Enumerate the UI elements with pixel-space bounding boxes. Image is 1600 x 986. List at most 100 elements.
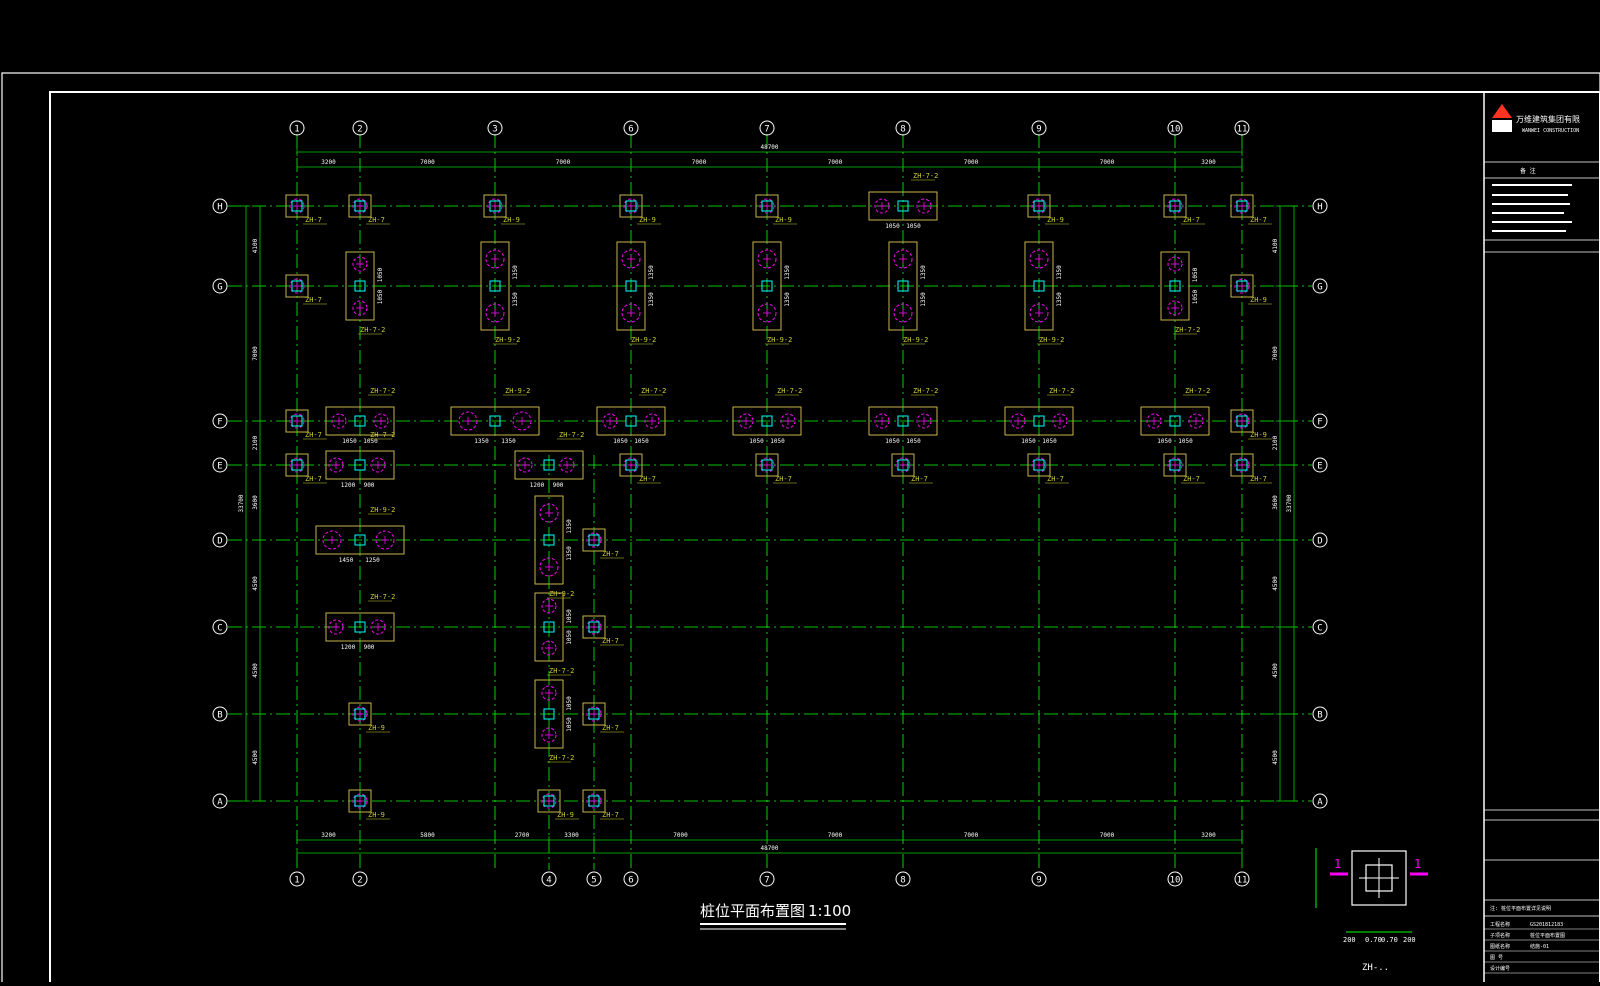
pile-F8-dim-b: 1050: [906, 438, 921, 445]
axis-bubble-bottom-10-label: 10: [1170, 876, 1181, 886]
pile-E2-label: ZH-7-2: [370, 431, 395, 439]
axis-bubble-bottom-9-label: 9: [1036, 876, 1041, 886]
pile-H3-label: ZH-9: [503, 216, 520, 224]
note-line: [1492, 221, 1572, 223]
dim-left-spans-label-1: 7000: [252, 346, 259, 361]
dim-bottom-spans-label-3: 3300: [564, 832, 579, 839]
dim-right-spans-label-3: 3600: [1272, 495, 1279, 510]
pile-F8-label: ZH-7-2: [913, 387, 938, 395]
dim-bottom-spans-label-6: 7000: [964, 832, 979, 839]
axis-bubble-top-11-label: 11: [1237, 125, 1248, 135]
axis-bubble-left-E-label: E: [217, 462, 222, 472]
pile-G8-dim-a: 1350: [920, 265, 927, 280]
company-name-en: WANWEI CONSTRUCTION: [1522, 128, 1579, 134]
pile-F7-dim-a: 1050: [749, 438, 764, 445]
dim-left-spans-label-0: 4100: [252, 238, 259, 253]
dim-right-spans-label-2: 2100: [1272, 435, 1279, 450]
dim-right-total-label-0: 33700: [1286, 494, 1293, 512]
axis-bubble-bottom-7-label: 7: [764, 876, 769, 886]
drawing-scale: 1:100: [808, 902, 851, 920]
dim-top-total-label-0: 48700: [760, 144, 778, 151]
pile-F3-dim-a: 1350: [474, 438, 489, 445]
pile-H8-dim-b: 1050: [906, 223, 921, 230]
axis-bubble-bottom-4-label: 4: [546, 876, 551, 886]
pile-F3-dim-b: 1350: [501, 438, 516, 445]
tb-row-label-3: 图 号: [1490, 955, 1503, 961]
pile-F9-dim-a: 1050: [1021, 438, 1036, 445]
pile-F3-label: ZH-9-2: [505, 387, 530, 395]
pile-F8-dim-a: 1050: [885, 438, 900, 445]
dim-bottom-spans-label-0: 3200: [321, 832, 336, 839]
pile-F7-label: ZH-7-2: [777, 387, 802, 395]
tb-row-label-0: 工程名称: [1490, 921, 1510, 928]
dim-top-spans-label-2: 7000: [556, 159, 571, 166]
pile-F7-dim-b: 1050: [770, 438, 785, 445]
pile-C2-dim-b: 900: [364, 644, 375, 651]
note-line: [1492, 203, 1570, 205]
pile-G7-dim-a: 1350: [784, 265, 791, 280]
axis-bubble-right-F-label: F: [1317, 418, 1322, 428]
axis-bubble-bottom-5-label: 5: [591, 876, 596, 886]
pile-layer: ZH-7 ZH-7 ZH-9 ZH-9 ZH-9 ZH-9 ZH-7 ZH-7 1050 1050…: [285, 172, 1272, 820]
pile-E2-dim-b: 900: [364, 482, 375, 489]
pile-F9-label: ZH-7-2: [1049, 387, 1074, 395]
dim-bottom-spans-label-2: 2700: [515, 832, 530, 839]
axis-bubble-left-D-label: D: [217, 537, 222, 547]
pile-E4-dim-a: 1200: [530, 482, 545, 489]
pile-C4-label: ZH-7-2: [549, 667, 574, 675]
pile-layout-plan[interactable]: 1 2 3 6 7 8 9 10 111 2 4 5 6 7 8 9 10 11H HG GF FE ED DC CB BA A …: [0, 0, 1600, 986]
pile-H6-label: ZH-9: [639, 216, 656, 224]
drawing-title: 桩位平面布置图: [700, 902, 805, 920]
dim-bottom-spans-label-4: 7000: [673, 832, 688, 839]
axis-bubble-top-8-label: 8: [900, 125, 905, 135]
axis-bubble-bottom-2-label: 2: [357, 876, 362, 886]
axis-bubble-left-G-label: G: [217, 283, 222, 293]
pile-B5-label: ZH-7: [602, 724, 619, 732]
outer-frame: [1, 72, 1600, 986]
axis-bubble-top-3-label: 3: [492, 125, 497, 135]
pile-E9-label: ZH-7: [1047, 475, 1064, 483]
pile-F10-dim-a: 1050: [1157, 438, 1172, 445]
pile-A5-label: ZH-7: [602, 811, 619, 819]
pile-G3-label: ZH-9-2: [495, 336, 520, 344]
cad-drawing-canvas[interactable]: 1 2 3 6 7 8 9 10 11 1 2 4 5 6 7 8 9 10 11 H H G G F F E E D D C C B B A A …: [0, 0, 1600, 986]
axis-bubble-bottom-1-label: 1: [294, 876, 299, 886]
pile-E6-label: ZH-7: [639, 475, 656, 483]
tb-rows: 工程名称 GS201812183 子项名称 桩位平面布置图图纸名称 结施-01 图 号设计…: [1484, 921, 1600, 974]
pile-F9-dim-b: 1050: [1042, 438, 1057, 445]
pile-C2-dim-a: 1200: [341, 644, 356, 651]
axis-bubble-top-2-label: 2: [357, 125, 362, 135]
pile-H8-dim-a: 1050: [885, 223, 900, 230]
dim-bottom-spans-label-8: 3200: [1201, 832, 1216, 839]
dim-bottom-spans-label-1: 5800: [420, 832, 435, 839]
pile-G9-dim-a: 1350: [1056, 265, 1063, 280]
pile-C4-dim-b: 1050: [566, 630, 573, 645]
pile-E4-dim-b: 900: [553, 482, 564, 489]
grid-layer: 1 2 3 6 7 8 9 10 111 2 4 5 6 7 8 9 10 11H HG GF FE ED DC CB BA A: [212, 120, 1328, 887]
pile-D4-label: ZH-9-2: [549, 590, 574, 598]
section-number-left: 1: [1334, 857, 1341, 871]
detail-dim-b1: 200: [1343, 936, 1356, 944]
dim-left-spans-label-3: 3600: [252, 495, 259, 510]
dim-top-spans-label-4: 7000: [828, 159, 843, 166]
dim-left-spans-label-4: 4500: [252, 576, 259, 591]
axis-bubble-top-9-label: 9: [1036, 125, 1041, 135]
axis-bubble-left-H-label: H: [217, 203, 222, 213]
dim-top-spans-label-0: 3200: [321, 159, 336, 166]
company-name: 万维建筑集团有限: [1516, 114, 1580, 124]
tb-row-value-0: GS201812183: [1530, 922, 1563, 928]
axis-bubble-top-6-label: 6: [628, 125, 633, 135]
axis-bubble-right-E-label: E: [1317, 462, 1322, 472]
axis-bubble-top-10-label: 10: [1170, 125, 1181, 135]
pile-H8-label: ZH-7-2: [913, 172, 938, 180]
note-line: [1492, 194, 1568, 196]
pile-E4-label: ZH-7-2: [559, 431, 584, 439]
pile-G2-dim-a: 1050: [377, 267, 384, 282]
note-line: [1492, 212, 1564, 214]
dim-top-spans-label-5: 7000: [964, 159, 979, 166]
axis-bubble-left-C-label: C: [217, 624, 222, 634]
pile-cap-detail: 1 1 200 0.70 0.70 200 ZH-..: [1315, 848, 1428, 973]
dim-bottom-spans-label-5: 7000: [828, 832, 843, 839]
pile-G10-dim-a: 1050: [1192, 267, 1199, 282]
tb-row-label-2: 图纸名称: [1490, 943, 1510, 950]
